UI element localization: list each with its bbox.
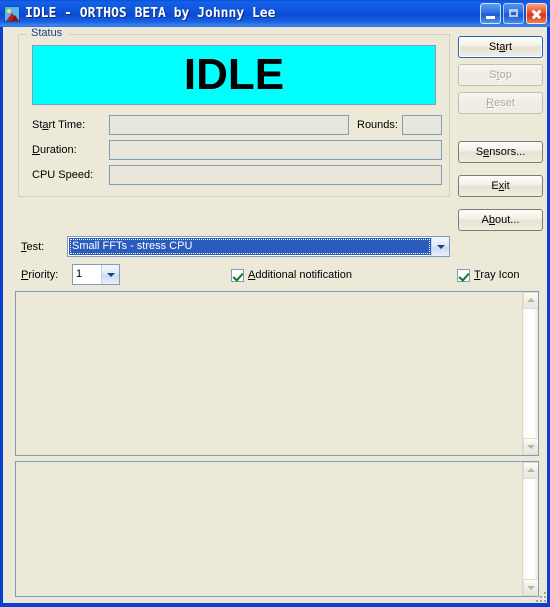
exit-button[interactable]: Exit (458, 175, 543, 197)
client-area: Status IDLE Start Time: Rounds: Duration… (3, 27, 547, 603)
checkmark-icon (457, 268, 470, 282)
scroll-down-icon[interactable] (523, 438, 538, 455)
orthos-main-window: IDLE - ORTHOS BETA by Johnny Lee Status … (0, 0, 550, 607)
priority-label: Priority: (21, 269, 59, 281)
test-combobox-button[interactable] (431, 237, 449, 256)
cpu-speed-field[interactable] (109, 165, 442, 185)
lower-log-scrollbar[interactable] (522, 462, 538, 596)
additional-notification-label: Additional notification (248, 269, 352, 281)
status-text: IDLE (183, 50, 285, 99)
title-bar[interactable]: IDLE - ORTHOS BETA by Johnny Lee (0, 0, 550, 27)
scroll-track[interactable] (523, 479, 538, 579)
start-time-field[interactable] (109, 115, 349, 135)
close-icon[interactable] (526, 3, 547, 24)
maximize-icon[interactable] (503, 3, 524, 24)
window-title: IDLE - ORTHOS BETA by Johnny Lee (25, 6, 276, 21)
duration-field[interactable] (109, 140, 442, 160)
tray-icon-checkbox[interactable]: Tray Icon (457, 267, 519, 283)
scroll-track[interactable] (523, 309, 538, 438)
scroll-up-icon[interactable] (523, 292, 538, 309)
rounds-label: Rounds: (357, 119, 398, 131)
start-time-label: Start Time: (32, 119, 86, 131)
priority-combobox-button[interactable] (101, 265, 119, 284)
priority-combobox-value: 1 (76, 268, 83, 280)
additional-notification-checkbox[interactable]: Additional notification (231, 267, 352, 283)
status-group-label: Status (28, 27, 66, 40)
priority-combobox[interactable]: 1 (72, 264, 120, 285)
start-button[interactable]: Start (458, 36, 543, 58)
lower-log-panel[interactable] (15, 461, 539, 597)
window-controls (480, 3, 547, 24)
sensors-button[interactable]: Sensors... (458, 141, 543, 163)
upper-log-scrollbar[interactable] (522, 292, 538, 455)
tray-icon-label: Tray Icon (474, 269, 520, 281)
rounds-field[interactable] (402, 115, 442, 135)
test-label: Test: (21, 241, 45, 253)
cpu-speed-label: CPU Speed: (32, 169, 94, 181)
picture-icon (4, 5, 20, 22)
resize-grip[interactable] (533, 589, 546, 602)
checkmark-icon (231, 268, 244, 282)
scroll-up-icon[interactable] (523, 462, 538, 479)
chevron-down-icon (436, 244, 445, 249)
test-combobox-value: Small FFTs - stress CPU (69, 238, 431, 255)
upper-log-panel[interactable] (15, 291, 539, 456)
stop-button: Stop (458, 64, 543, 86)
minimize-icon[interactable] (480, 3, 501, 24)
status-group-box: Status IDLE Start Time: Rounds: Duration… (18, 27, 450, 197)
status-display-panel: IDLE (32, 45, 436, 105)
duration-label: Duration: (32, 144, 77, 156)
about-button[interactable]: About... (458, 209, 543, 231)
chevron-down-icon (106, 272, 115, 277)
test-combobox[interactable]: Small FFTs - stress CPU (67, 236, 450, 257)
reset-button: Reset (458, 92, 543, 114)
